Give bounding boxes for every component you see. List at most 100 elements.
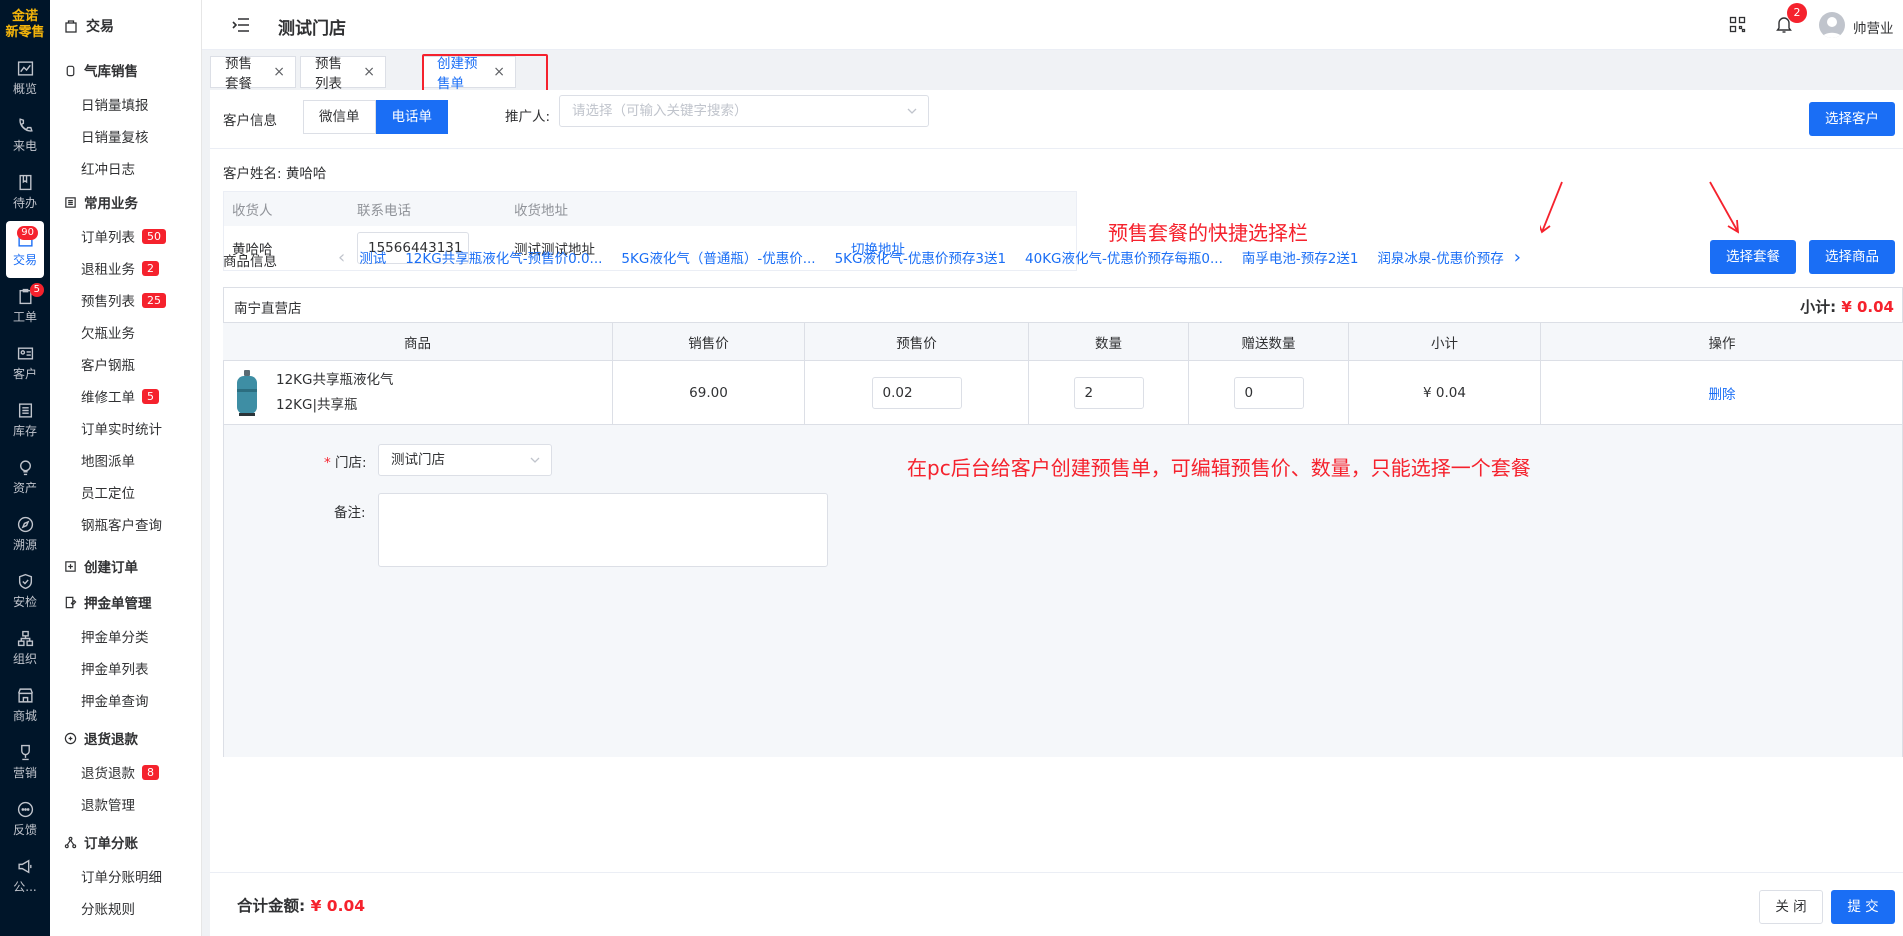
app-logo: 金诺 新零售 (0, 0, 50, 50)
rail-item-stock[interactable]: 库存 (0, 392, 50, 449)
menu-group-deposit[interactable]: 押金单管理 (50, 584, 201, 620)
wechat-order-option[interactable]: 微信单 (303, 100, 376, 134)
product-table: 商品 销售价 预售价 数量 赠送数量 小计 操作 12KG共享瓶液化气 12KG… (223, 322, 1903, 425)
select-package-button[interactable]: 选择套餐 (1710, 240, 1796, 274)
qty-input[interactable]: 2 (1073, 376, 1144, 409)
item-label: 订单列表 (81, 230, 135, 246)
rail-item-assets[interactable]: 资产 (0, 449, 50, 506)
quick-package-item[interactable]: 润泉冰泉-优惠价预存 (1377, 247, 1503, 267)
menu-group-create-order[interactable]: 创建订单 (50, 548, 201, 584)
close-button[interactable]: 关 闭 (1759, 890, 1823, 924)
menu-item[interactable]: 押金单查询 (50, 684, 201, 716)
quick-package-item[interactable]: 南孚电池-预存2送1 (1242, 247, 1359, 267)
quick-package-item[interactable]: 5KG液化气（普通瓶）-优惠价... (621, 247, 815, 267)
rail-item-trace[interactable]: 溯源 (0, 506, 50, 563)
chevron-right-icon[interactable]: › (1514, 247, 1521, 268)
item-label: 地图派单 (81, 454, 135, 470)
avatar[interactable] (1819, 12, 1845, 38)
split-icon (64, 836, 77, 848)
menu-item[interactable]: 客户钢瓶 (50, 348, 201, 380)
item-label: 员工定位 (81, 486, 135, 502)
menu-group-common[interactable]: 常用业务 (50, 184, 201, 220)
qrcode-icon[interactable] (1729, 16, 1746, 33)
select-product-button[interactable]: 选择商品 (1809, 240, 1895, 274)
menu-item-orders[interactable]: 订单列表 50 (50, 220, 201, 252)
rail-item-marketing[interactable]: 营销 (0, 734, 50, 791)
divider (210, 148, 1903, 149)
rail-label: 库存 (12, 424, 37, 438)
th-qty: 数量 (1029, 323, 1189, 360)
rail-item-inspection[interactable]: 安检 (0, 563, 50, 620)
menu-item[interactable]: 退款管理 (50, 788, 201, 820)
presale-price-value: 0.02 (882, 384, 913, 401)
rail-item-org[interactable]: 组织 (0, 620, 50, 677)
user-name[interactable]: 帅营业 (1853, 17, 1894, 37)
store-field-label-text: 门店: (335, 455, 367, 471)
megaphone-icon (17, 859, 32, 874)
promoter-select[interactable]: 请选择（可输入关键字搜索） (559, 95, 929, 127)
order-form: * 门店: 测试门店 备注: 在pc后台给客户创建预售单，可编辑预售价、数量，只… (224, 425, 1902, 757)
menu-item[interactable]: 员工定位 (50, 476, 201, 508)
group-label: 气库销售 (84, 64, 138, 80)
quick-package-item[interactable]: 测试 (359, 247, 386, 267)
menu-item[interactable]: 日销量填报 (50, 88, 201, 120)
total-label: 合计金额: (237, 897, 306, 915)
menu-item-refund-rent[interactable]: 退租业务 2 (50, 252, 201, 284)
menu-item[interactable]: 分账规则 (50, 892, 201, 924)
count-badge: 2 (142, 260, 159, 276)
menu-item[interactable]: 订单实时统计 (50, 412, 201, 444)
menu-group-gas[interactable]: 气库销售 (50, 52, 201, 88)
tab-presale-list[interactable]: 预售列表 × (300, 56, 386, 92)
menu-group-returns[interactable]: 退货退款 (50, 720, 201, 756)
presale-price-input[interactable]: 0.02 (871, 376, 962, 409)
col-receiver: 收货人 (232, 203, 273, 219)
menu-item-presale-list[interactable]: 预售列表 25 (50, 284, 201, 316)
page-title: 测试门店 (278, 19, 346, 39)
phone-order-option[interactable]: 电话单 (375, 100, 448, 134)
quick-package-item[interactable]: 40KG液化气-优惠价预存每瓶0... (1025, 247, 1223, 267)
rail-item-customer[interactable]: 客户 (0, 335, 50, 392)
menu-fold-icon[interactable] (232, 17, 250, 33)
menu-item[interactable]: 欠瓶业务 (50, 316, 201, 348)
close-icon[interactable]: × (273, 64, 285, 80)
menu-item[interactable]: 钢瓶客户查询 (50, 508, 201, 540)
item-label: 预售列表 (81, 294, 135, 310)
chevron-left-icon[interactable]: ‹ (338, 247, 345, 268)
rail-item-feedback[interactable]: 反馈 (0, 791, 50, 848)
menu-item[interactable]: 押金单分类 (50, 620, 201, 652)
rail-item-workorder[interactable]: 工单 5 (0, 278, 50, 335)
menu-item-returns[interactable]: 退货退款 8 (50, 756, 201, 788)
gift-qty-input[interactable]: 0 (1233, 376, 1304, 409)
rail-item-overview[interactable]: 概览 (0, 50, 50, 107)
remark-textarea[interactable] (378, 493, 828, 567)
customer-info-label: 客户信息 (223, 113, 277, 129)
menu-item[interactable]: 红冲日志 (50, 152, 201, 184)
rail-label: 安检 (12, 595, 37, 609)
menu-item[interactable]: 订单分账明细 (50, 860, 201, 892)
rail-item-mall[interactable]: 商城 (0, 677, 50, 734)
menu-group-split[interactable]: 订单分账 (50, 824, 201, 860)
rail-item-trade[interactable]: 交易 90 (6, 221, 44, 278)
submit-button[interactable]: 提 交 (1831, 890, 1895, 924)
menu-item[interactable]: 地图派单 (50, 444, 201, 476)
subtotal-value: ¥ 0.04 (1841, 298, 1894, 316)
notification-badge: 2 (1787, 3, 1807, 23)
tab-presale-package[interactable]: 预售套餐 × (210, 56, 296, 92)
list-icon (65, 196, 76, 208)
group-label: 押金单管理 (84, 596, 152, 612)
delete-link[interactable]: 删除 (1541, 361, 1903, 424)
item-label: 分账规则 (81, 902, 135, 918)
menu-item-repair[interactable]: 维修工单 5 (50, 380, 201, 412)
rail-item-notice[interactable]: 公... (0, 848, 50, 905)
menu-item[interactable]: 日销量复核 (50, 120, 201, 152)
select-customer-button[interactable]: 选择客户 (1809, 102, 1895, 136)
menu-title-label: 交易 (86, 19, 114, 35)
close-icon[interactable]: × (363, 64, 375, 80)
quick-package-item[interactable]: 5KG液化气-优惠价预存3送1 (835, 247, 1006, 267)
store-field-label: * 门店: (324, 451, 367, 471)
menu-item[interactable]: 押金单列表 (50, 652, 201, 684)
quick-package-item[interactable]: 12KG共享瓶液化气-预售价0.0... (405, 247, 602, 267)
rail-item-todo[interactable]: 待办 (0, 164, 50, 221)
rail-item-calls[interactable]: 来电 (0, 107, 50, 164)
store-select[interactable]: 测试门店 (378, 444, 552, 476)
